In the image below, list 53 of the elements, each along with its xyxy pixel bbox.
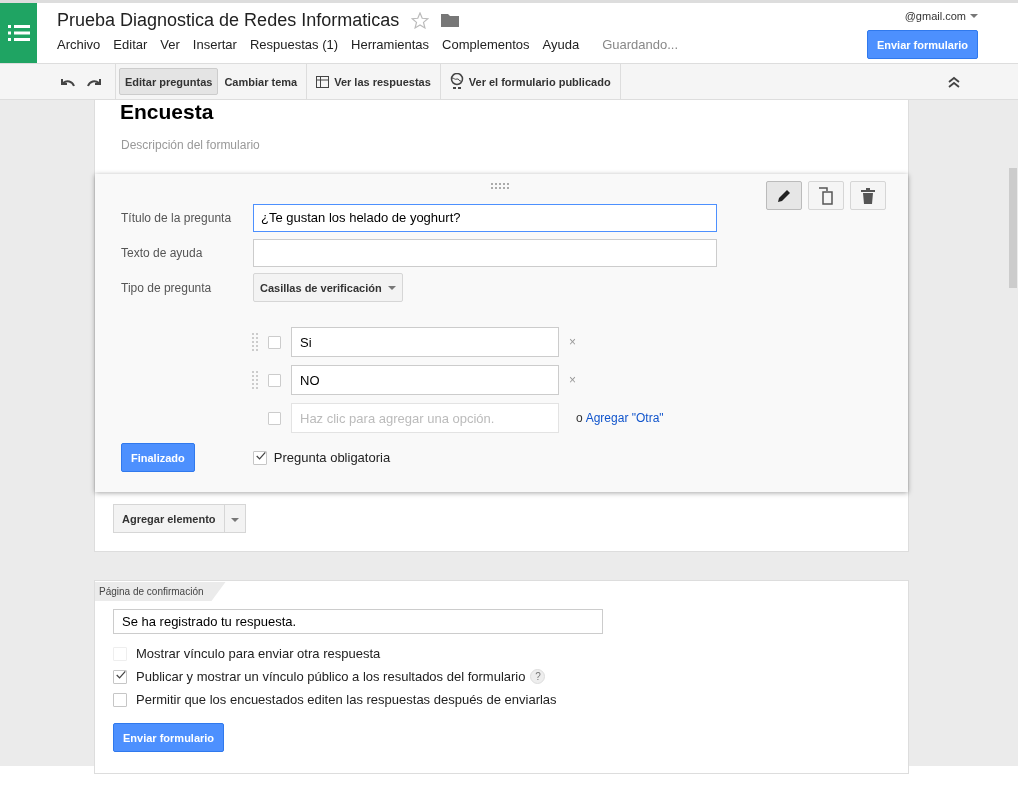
globe-icon bbox=[449, 72, 464, 91]
confirmation-message-field[interactable]: Se ha registrado tu respuesta. bbox=[113, 609, 603, 634]
question-title-field[interactable]: ¿Te gustan los helado de yoghurt? bbox=[253, 203, 717, 232]
field-label: Título de la pregunta bbox=[121, 210, 233, 225]
menu-item[interactable]: Archivo bbox=[57, 37, 101, 52]
or-text: o bbox=[576, 411, 583, 425]
scrollbar-thumb[interactable] bbox=[1009, 168, 1017, 288]
form-title[interactable]: Encuesta bbox=[95, 100, 908, 132]
menu-item[interactable]: Insertar bbox=[192, 37, 237, 52]
checkbox-label: Publicar y mostrar un vínculo público a los resultados del formulario bbox=[136, 669, 526, 684]
toolbar-button[interactable]: Ver las respuestas bbox=[310, 68, 437, 95]
field-label: Tipo de pregunta bbox=[121, 280, 213, 295]
menu-item[interactable]: Ver bbox=[160, 37, 180, 52]
table-icon bbox=[316, 75, 330, 88]
menu-item[interactable]: Respuestas (1) bbox=[249, 37, 339, 52]
drag-handle-icon[interactable] bbox=[252, 371, 258, 389]
duplicate-icon[interactable] bbox=[808, 181, 844, 210]
add-item-button[interactable]: Agregar elemento bbox=[113, 504, 225, 533]
add-other-link[interactable]: Agregar "Otra" bbox=[585, 411, 664, 425]
menu-item[interactable]: Complementos bbox=[442, 37, 530, 52]
edit-icon[interactable] bbox=[766, 181, 802, 210]
redo-icon[interactable] bbox=[86, 76, 102, 87]
checkbox-label: Permitir que los encuestados editen las respuestas después de enviarlas bbox=[136, 692, 557, 707]
field-label: Texto de ayuda bbox=[121, 245, 204, 260]
menu-item[interactable]: Editar bbox=[113, 37, 148, 52]
option-field[interactable]: NO bbox=[291, 365, 559, 395]
menu-item[interactable]: Ayuda bbox=[542, 37, 580, 52]
collapse-icon[interactable] bbox=[948, 75, 960, 88]
undo-icon[interactable] bbox=[60, 76, 76, 87]
add-option-field[interactable]: Haz clic para agregar una opción. bbox=[291, 403, 559, 433]
toolbar-button[interactable]: Editar preguntas bbox=[119, 68, 219, 95]
folder-icon[interactable] bbox=[441, 13, 460, 27]
star-icon[interactable] bbox=[411, 11, 430, 29]
toolbar-button[interactable]: Cambiar tema bbox=[218, 68, 304, 95]
checkbox[interactable] bbox=[113, 669, 127, 684]
drag-handle-icon[interactable] bbox=[491, 183, 511, 189]
checkbox-label: Mostrar vínculo para enviar otra respuesta bbox=[136, 646, 381, 661]
required-label: Pregunta obligatoria bbox=[273, 450, 391, 465]
menu-item[interactable]: Herramientas bbox=[351, 37, 430, 52]
question-type-dropdown[interactable]: Casillas de verificación bbox=[253, 273, 403, 302]
save-status: Guardando... bbox=[602, 37, 679, 52]
required-checkbox[interactable] bbox=[252, 450, 267, 465]
delete-icon[interactable] bbox=[850, 181, 886, 210]
option-field[interactable]: Si bbox=[291, 327, 559, 357]
account-menu[interactable]: @gmail.com bbox=[904, 10, 978, 22]
help-icon[interactable]: ? bbox=[530, 669, 546, 684]
document-title[interactable]: Prueba Diagnostica de Redes Informaticas bbox=[57, 9, 400, 31]
forms-logo-icon[interactable] bbox=[0, 3, 37, 63]
drag-handle-icon[interactable] bbox=[252, 333, 258, 351]
toolbar-button[interactable]: Ver el formulario publicado bbox=[443, 68, 617, 95]
help-text-field[interactable] bbox=[253, 238, 717, 267]
checkbox[interactable] bbox=[113, 692, 127, 707]
add-item-menu-button[interactable] bbox=[224, 504, 246, 533]
